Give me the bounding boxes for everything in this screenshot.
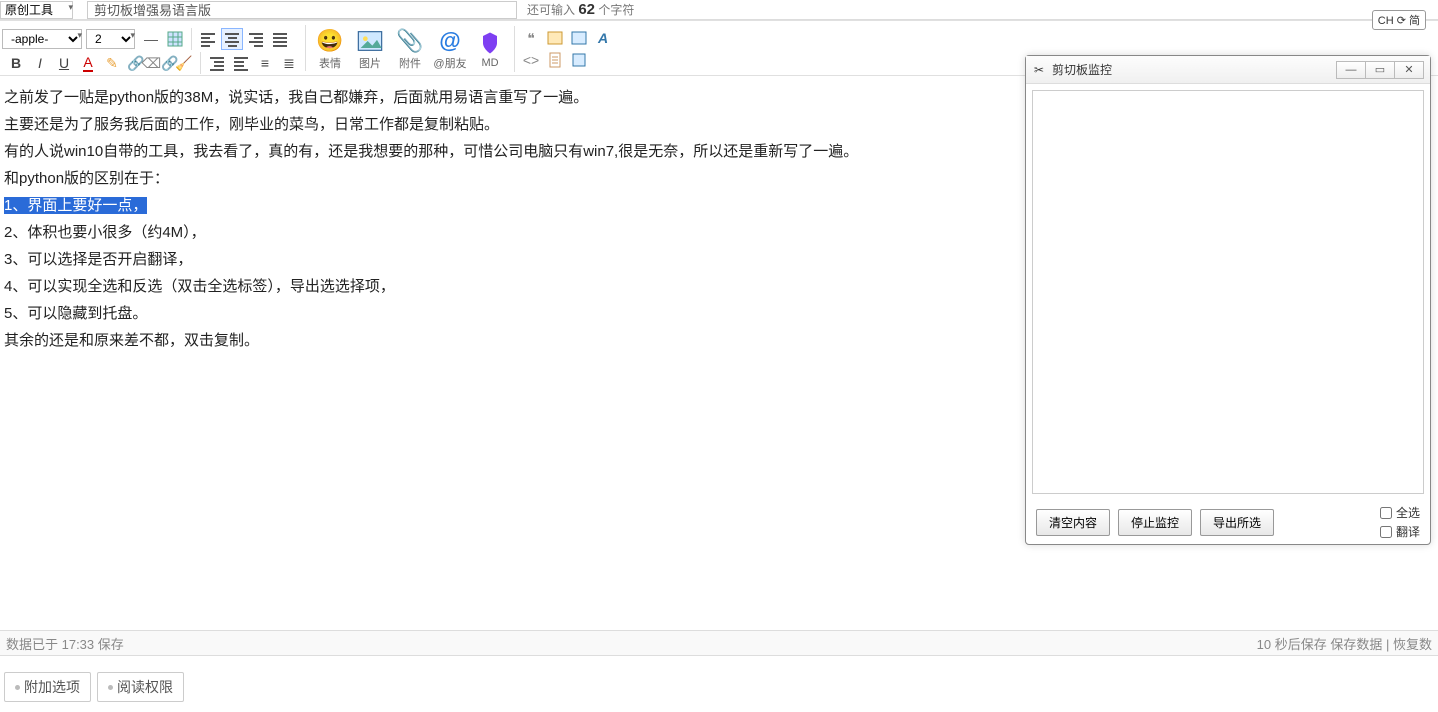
page-icon[interactable] bbox=[568, 49, 590, 71]
title-input[interactable] bbox=[87, 1, 517, 19]
at-button[interactable]: @@朋友 bbox=[432, 26, 468, 72]
category-select[interactable]: 原创工具 bbox=[0, 1, 73, 19]
unordered-list-icon[interactable]: ≣ bbox=[278, 53, 300, 73]
emoji-button[interactable]: 😀表情 bbox=[312, 26, 348, 72]
maximize-button[interactable]: ▭ bbox=[1365, 61, 1395, 79]
autosave-hint: 10 秒后保存 bbox=[1257, 637, 1327, 652]
clear-button[interactable]: 清空内容 bbox=[1036, 509, 1110, 536]
code-block-icon[interactable] bbox=[544, 27, 566, 49]
restore-data-link[interactable]: 恢复数 bbox=[1393, 637, 1432, 652]
indent-right-icon[interactable] bbox=[230, 53, 252, 73]
italic-icon[interactable]: I bbox=[29, 53, 51, 73]
save-status: 数据已于 17:33 保存 bbox=[6, 634, 124, 653]
translate-checkbox[interactable]: 翻译 bbox=[1380, 523, 1420, 540]
clipboard-list[interactable] bbox=[1032, 90, 1424, 494]
clipboard-monitor-window[interactable]: ✂ 剪切板监控 — ▭ ✕ 清空内容 停止监控 导出所选 全选 翻译 bbox=[1025, 55, 1431, 545]
bold-icon[interactable]: B bbox=[5, 53, 27, 73]
markdown-button[interactable]: MD bbox=[472, 26, 508, 72]
indent-left-icon[interactable] bbox=[206, 53, 228, 73]
align-right-icon[interactable] bbox=[245, 28, 267, 50]
tab-read-permission[interactable]: 阅读权限 bbox=[97, 672, 184, 702]
close-button[interactable]: ✕ bbox=[1394, 61, 1424, 79]
table-icon[interactable] bbox=[164, 28, 186, 50]
fontsize-select[interactable]: 2 bbox=[86, 29, 135, 49]
window-titlebar[interactable]: ✂ 剪切板监控 — ▭ ✕ bbox=[1026, 56, 1430, 84]
underline-icon[interactable]: U bbox=[53, 53, 75, 73]
quote-icon[interactable]: ❝ bbox=[520, 27, 542, 49]
source-icon[interactable]: <> bbox=[520, 49, 542, 71]
scissors-icon: ✂ bbox=[1032, 63, 1046, 77]
align-left-icon[interactable] bbox=[197, 28, 219, 50]
font-select[interactable]: -apple- bbox=[2, 29, 82, 49]
save-data-link[interactable]: 保存数据 bbox=[1330, 637, 1382, 652]
align-justify-icon[interactable] bbox=[269, 28, 291, 50]
attach-button[interactable]: 📎附件 bbox=[392, 26, 428, 72]
unlink-icon[interactable]: ⌫🔗 bbox=[149, 53, 171, 73]
minimize-button[interactable]: — bbox=[1336, 61, 1366, 79]
image-button[interactable]: 图片 bbox=[352, 26, 388, 72]
ordered-list-icon[interactable]: ≡ bbox=[254, 53, 276, 73]
font-color-icon[interactable]: A bbox=[77, 53, 99, 73]
clear-format-icon[interactable]: 🧹 bbox=[173, 53, 195, 73]
align-center-icon[interactable] bbox=[221, 28, 243, 50]
font-style-icon[interactable]: A bbox=[592, 27, 614, 49]
tab-extra-options[interactable]: 附加选项 bbox=[4, 672, 91, 702]
window-title: 剪切板监控 bbox=[1052, 61, 1112, 78]
hr-icon[interactable]: — bbox=[140, 28, 162, 50]
export-selected-button[interactable]: 导出所选 bbox=[1200, 509, 1274, 536]
status-bar: 数据已于 17:33 保存 10 秒后保存 保存数据 | 恢复数 bbox=[0, 630, 1438, 656]
select-all-checkbox[interactable]: 全选 bbox=[1380, 504, 1420, 521]
ime-indicator[interactable]: CH ⟳ 简 bbox=[1372, 10, 1426, 30]
doc-icon[interactable] bbox=[544, 49, 566, 71]
stop-monitor-button[interactable]: 停止监控 bbox=[1118, 509, 1192, 536]
highlight-icon[interactable]: ✎ bbox=[101, 53, 123, 73]
char-remaining: 还可输入 62 个字符 bbox=[527, 1, 634, 18]
word-icon[interactable] bbox=[568, 27, 590, 49]
